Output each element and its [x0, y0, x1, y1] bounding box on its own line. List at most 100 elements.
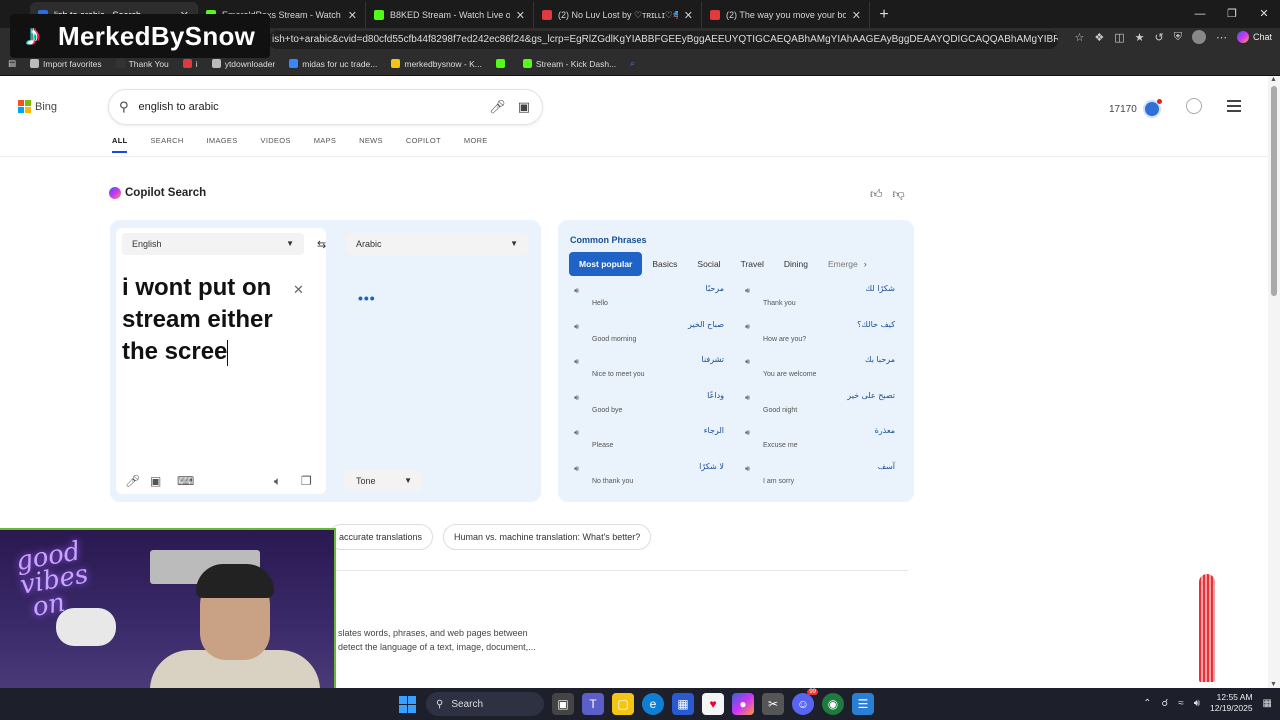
phrase-tab[interactable]: Most popular [569, 252, 643, 276]
scope-tab-copilot[interactable]: COPILOT [406, 136, 441, 153]
visual-search-icon[interactable]: ▣ [518, 99, 530, 115]
bookmark-item[interactable]: i [182, 59, 198, 69]
phrase-tab[interactable]: Emerge [818, 252, 868, 276]
restore-icon[interactable]: ❐ [1216, 0, 1248, 28]
camera-translate-icon[interactable]: ▣ [150, 474, 161, 488]
phrase-item[interactable]: 🔊︎ مرحبا بك You are welcome [741, 355, 901, 385]
chevron-right-icon[interactable]: › [864, 259, 867, 269]
speaker-icon[interactable]: 🔊︎ [574, 428, 579, 438]
phrase-item[interactable]: 🔊︎ صباح الخير Good morning [570, 320, 730, 350]
thumbs-up-icon[interactable]: 👍︎ [870, 187, 883, 202]
search-input[interactable]: english to arabic [139, 101, 490, 113]
tab-close-icon[interactable]: ✕ [684, 9, 693, 22]
bookmark-item[interactable] [495, 59, 509, 68]
bookmark-item[interactable]: Thank You [115, 59, 169, 69]
volume-icon[interactable]: 🔊︎ [1194, 698, 1200, 709]
speaker-icon[interactable]: 🔊︎ [574, 357, 579, 367]
scope-tab-news[interactable]: NEWS [359, 136, 383, 153]
favorite-star-icon[interactable]: ☆ [1074, 31, 1084, 44]
minimize-icon[interactable]: — [1184, 0, 1216, 28]
notifications-icon[interactable]: ▦ [1263, 698, 1272, 709]
copilot-app-icon[interactable]: ● [732, 693, 754, 715]
bookmark-search-icon[interactable]: ⌕ [630, 58, 635, 69]
swap-languages-icon[interactable]: ⇆ [317, 238, 326, 251]
profile-avatar[interactable] [1191, 30, 1206, 44]
task-view-icon[interactable]: ▣ [552, 693, 574, 715]
copilot-chat-button[interactable]: Chat [1236, 31, 1272, 43]
browser-tab[interactable]: B8KED Stream - Watch Live on Kic ✕ [366, 2, 534, 28]
phrase-item[interactable]: 🔊︎ كيف حالك؟ How are you? [741, 320, 901, 350]
speaker-icon[interactable]: 🔊︎ [745, 322, 750, 332]
scope-tab-all[interactable]: ALL [112, 136, 128, 153]
bookmarks-menu-icon[interactable]: ▤ [8, 58, 16, 69]
scope-tab-videos[interactable]: VIDEOS [261, 136, 291, 153]
tab-close-icon[interactable]: ✕ [348, 9, 357, 22]
phrase-item[interactable]: 🔊︎ مرحبًا Hello [570, 284, 730, 314]
rewards-counter[interactable]: 17170 [1109, 99, 1162, 118]
network-icon[interactable]: ☌ [1161, 698, 1168, 709]
speaker-icon[interactable]: 🔊︎ [745, 286, 750, 296]
source-text-input[interactable]: i wont put on stream either the scree [122, 272, 302, 368]
bookmark-item[interactable]: merkedbysnow - K... [391, 59, 482, 69]
speaker-icon[interactable]: 🔊︎ [745, 357, 750, 367]
speaker-icon[interactable]: 🔊︎ [574, 286, 579, 296]
copy-icon[interactable]: ❐ [301, 474, 312, 488]
snipping-tool-icon[interactable]: ✂ [762, 693, 784, 715]
browser-tab[interactable]: (2) The way you move your body b ✕ [702, 2, 870, 28]
clock[interactable]: 12:55 AM 12/19/2025 [1210, 692, 1253, 714]
target-language-select[interactable]: Arabic ▼ [346, 233, 528, 255]
source-language-select[interactable]: English ▼ [122, 233, 304, 255]
history-icon[interactable]: ↺ [1155, 31, 1164, 44]
phrase-item[interactable]: 🔊︎ آسف I am sorry [741, 462, 901, 492]
scroll-down-icon[interactable]: ▼ [1270, 681, 1277, 688]
bookmark-item[interactable]: ytdownloader [211, 59, 275, 69]
file-explorer-icon[interactable]: ▢ [612, 693, 634, 715]
scope-tab-more[interactable]: MORE [464, 136, 488, 153]
phrase-tab[interactable]: Travel [731, 252, 774, 276]
speaker-icon[interactable]: 🔊︎ [574, 322, 579, 332]
speaker-icon[interactable]: 🔊︎ [574, 464, 579, 474]
hamburger-menu-icon[interactable] [1227, 100, 1241, 115]
phrase-item[interactable]: 🔊︎ لا شكرًا No thank you [570, 462, 730, 492]
tone-select[interactable]: Tone ▼ [344, 470, 422, 492]
microphone-icon[interactable]: 🎤︎ [489, 99, 506, 115]
phrase-item[interactable]: 🔊︎ تشرفنا Nice to meet you [570, 355, 730, 385]
thumbs-down-icon[interactable]: 👎︎ [893, 187, 905, 202]
more-menu-icon[interactable]: ⋯ [1216, 31, 1227, 44]
phrase-tab[interactable]: Basics [642, 252, 687, 276]
speaker-icon[interactable]: 🔊︎ [574, 393, 579, 403]
phrase-item[interactable]: 🔊︎ شكرًا لك Thank you [741, 284, 901, 314]
wifi-icon[interactable]: ≈ [1178, 698, 1184, 709]
phrase-item[interactable]: 🔊︎ معذرة Excuse me [741, 426, 901, 456]
scope-tab-maps[interactable]: MAPS [314, 136, 336, 153]
bing-logo[interactable]: Bing [18, 100, 57, 113]
favorites-icon[interactable]: ★ [1135, 31, 1145, 44]
microphone-icon[interactable]: 🎤︎ [125, 474, 140, 488]
phrase-tab[interactable]: Social [687, 252, 730, 276]
store-icon[interactable]: ▦ [672, 693, 694, 715]
bookmark-item[interactable]: Import favorites [30, 59, 102, 69]
capcut-icon[interactable]: ♥ [702, 693, 724, 715]
close-window-icon[interactable]: ✕ [1248, 0, 1280, 28]
bookmark-item[interactable]: Stream - Kick Dash... [522, 59, 616, 69]
extensions-icon[interactable]: ❖ [1094, 31, 1104, 44]
obs-icon[interactable]: ◉ [822, 693, 844, 715]
phrase-item[interactable]: 🔊︎ الرجاء Please [570, 426, 730, 456]
page-scrollbar[interactable]: ▲ ▼ [1268, 76, 1280, 688]
account-icon[interactable] [1186, 98, 1202, 114]
notepad-icon[interactable]: ☰ [852, 693, 874, 715]
address-bar[interactable]: ish+to+arabic&cvid=d80cfd55cfb44f8298f7e… [268, 31, 1058, 49]
speaker-icon[interactable]: 🔈︎ [274, 474, 281, 489]
phrase-item[interactable]: 🔊︎ وداعًا Good bye [570, 391, 730, 421]
speaker-icon[interactable]: 🔊︎ [745, 393, 750, 403]
edge-icon[interactable]: e [642, 693, 664, 715]
tab-close-icon[interactable]: ✕ [516, 9, 525, 22]
start-button[interactable] [396, 693, 418, 715]
taskbar-search[interactable]: ⚲ Search [426, 692, 544, 716]
phrase-item[interactable]: 🔊︎ تصبح على خير Good night [741, 391, 901, 421]
related-chip[interactable]: Human vs. machine translation: What's be… [443, 524, 652, 550]
shield-icon[interactable]: ⛨ [1174, 31, 1182, 44]
speaker-icon[interactable]: 🔊︎ [745, 464, 750, 474]
phrase-tab[interactable]: Dining [774, 252, 818, 276]
new-tab-button[interactable]: + [870, 2, 898, 28]
